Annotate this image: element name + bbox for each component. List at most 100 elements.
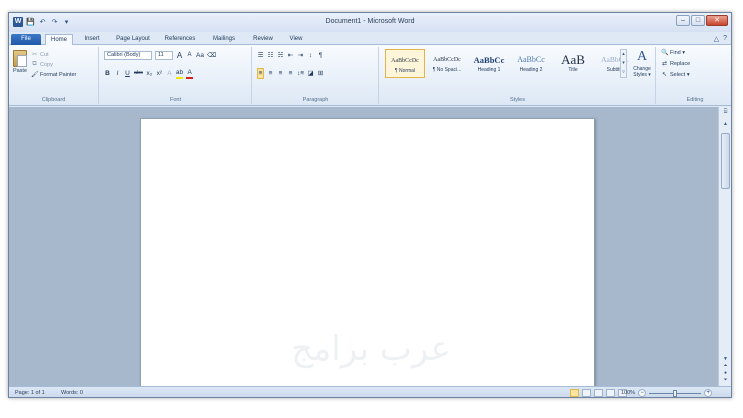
subscript-button[interactable]: x₂ — [146, 69, 153, 78]
increase-indent-button[interactable]: ⇥ — [297, 51, 304, 60]
close-button[interactable]: ✕ — [706, 15, 728, 26]
superscript-button[interactable]: x² — [156, 69, 163, 78]
style-title[interactable]: AaB Title — [553, 49, 593, 78]
word-count[interactable]: Words: 0 — [61, 389, 83, 397]
ribbon-tabs: File Home Insert Page Layout References … — [9, 32, 731, 45]
change-case-button[interactable]: Aa — [196, 51, 204, 60]
justify-button[interactable]: ≡ — [287, 69, 294, 78]
outline-view-button[interactable] — [606, 389, 615, 397]
format-painter-button[interactable]: 🖌 Format Painter — [31, 71, 76, 79]
status-bar: Page: 1 of 1 Words: 0 100% − + — [9, 386, 731, 397]
show-marks-button[interactable]: ¶ — [317, 51, 324, 60]
clear-formatting-button[interactable]: ⌫ — [207, 51, 216, 60]
underline-button[interactable]: U — [124, 69, 131, 78]
style-heading-1[interactable]: AaBbCc Heading 1 — [469, 49, 509, 78]
cursor-icon: ↖ — [661, 72, 668, 78]
styles-gallery-scroll[interactable]: ▴ ▾ ▿ — [620, 49, 627, 78]
decrease-indent-button[interactable]: ⇤ — [287, 51, 294, 60]
zoom-in-button[interactable]: + — [704, 389, 713, 397]
zoom-slider[interactable] — [649, 389, 702, 397]
style-normal[interactable]: AaBbCcDc ¶ Normal — [385, 49, 425, 78]
full-screen-view-button[interactable] — [582, 389, 591, 397]
vertical-scrollbar[interactable]: ⌸ ▲ ▼ ⏶ ● ⏷ — [718, 107, 731, 386]
strikethrough-button[interactable]: abc — [134, 69, 143, 78]
tab-references[interactable]: References — [159, 34, 201, 45]
minimize-ribbon-icon[interactable]: △ — [714, 35, 719, 43]
paste-button[interactable]: Paste — [12, 50, 28, 74]
zoom-slider-knob[interactable] — [673, 389, 678, 397]
editing-label: Editing — [686, 97, 704, 103]
line-spacing-button[interactable]: ↕≡ — [297, 69, 304, 78]
font-color-button[interactable]: A — [186, 68, 194, 79]
shrink-font-button[interactable]: A — [186, 51, 193, 60]
bold-button[interactable]: B — [104, 69, 111, 78]
clipboard-actions: ✂ Cut ⧉ Copy 🖌 Format Painter — [31, 51, 76, 79]
align-right-button[interactable]: ≡ — [277, 69, 284, 78]
previous-page-icon[interactable]: ⏶ — [721, 363, 730, 370]
change-styles-button[interactable]: A Change Styles ▾ — [629, 48, 655, 78]
zoom-out-button[interactable]: − — [638, 389, 647, 397]
tab-home[interactable]: Home — [45, 34, 73, 45]
ruler-toggle-icon[interactable]: ⌸ — [721, 109, 730, 118]
clipboard-group: Paste ✂ Cut ⧉ Copy 🖌 Format Painter Clipboa… — [9, 47, 99, 104]
copy-icon: ⧉ — [32, 61, 37, 67]
zoom-level[interactable]: 100% — [621, 390, 635, 396]
tab-insert[interactable]: Insert — [77, 34, 107, 45]
highlight-color-button[interactable]: ab — [175, 68, 184, 79]
tab-page-layout[interactable]: Page Layout — [111, 34, 155, 45]
scissors-icon: ✂ — [31, 52, 38, 58]
word-window: W 💾 ↶ ↷ ▾ Document1 - Microsoft Word – □… — [8, 12, 732, 398]
font-group: Calibri (Body) 11 A A Aa ⌫ B I U abc x₂ … — [100, 47, 252, 104]
web-layout-view-button[interactable] — [594, 389, 603, 397]
cut-button[interactable]: ✂ Cut — [31, 51, 76, 59]
document-area: عرب برامج — [9, 107, 718, 386]
align-left-button[interactable]: ≡ — [257, 68, 264, 79]
font-name-dropdown[interactable]: Calibri (Body) — [104, 51, 152, 60]
grow-font-button[interactable]: A — [176, 51, 183, 60]
maximize-button[interactable]: □ — [691, 15, 705, 26]
help-icon[interactable]: ? — [723, 35, 727, 43]
copy-button[interactable]: ⧉ Copy — [31, 61, 76, 68]
window-controls: – □ ✕ — [676, 15, 728, 26]
zoom-control: 100% − + — [621, 389, 713, 397]
editing-actions: 🔍 Find ▾ ⇄ Replace ↖ Select ▾ — [661, 49, 690, 79]
style-heading-2[interactable]: AaBbCc Heading 2 — [511, 49, 551, 78]
title-bar: W 💾 ↶ ↷ ▾ Document1 - Microsoft Word – □… — [9, 13, 731, 32]
tab-review[interactable]: Review — [247, 34, 279, 45]
document-page[interactable]: عرب برامج — [140, 118, 595, 386]
paragraph-label: Paragraph — [302, 97, 329, 103]
center-button[interactable]: ≡ — [267, 69, 274, 78]
watermark-text: عرب برامج — [291, 329, 451, 369]
numbering-button[interactable]: ☷ — [267, 51, 274, 60]
multilevel-list-button[interactable]: ☵ — [277, 51, 284, 60]
sort-button[interactable]: ↕ — [307, 51, 314, 60]
print-layout-view-button[interactable] — [570, 389, 579, 397]
select-browse-object-icon[interactable]: ● — [721, 370, 730, 377]
page-count[interactable]: Page: 1 of 1 — [15, 389, 45, 397]
scroll-down-arrow[interactable]: ▼ — [721, 355, 730, 363]
text-effects-button[interactable]: A — [166, 69, 173, 78]
shading-button[interactable]: ◪ — [307, 69, 314, 78]
clipboard-icon — [13, 50, 27, 67]
minimize-button[interactable]: – — [676, 15, 690, 26]
change-styles-icon: A — [636, 49, 648, 64]
tab-mailings[interactable]: Mailings — [205, 34, 243, 45]
next-page-icon[interactable]: ⏷ — [721, 377, 730, 384]
tab-file[interactable]: File — [11, 34, 41, 45]
clipboard-label: Clipboard — [41, 97, 66, 103]
tab-view[interactable]: View — [283, 34, 309, 45]
replace-button[interactable]: ⇄ Replace — [661, 60, 690, 68]
select-button[interactable]: ↖ Select ▾ — [661, 71, 690, 79]
find-button[interactable]: 🔍 Find ▾ — [661, 49, 690, 57]
tabbar-right: △ ? — [714, 35, 727, 43]
bullets-button[interactable]: ☰ — [257, 51, 264, 60]
scroll-up-arrow[interactable]: ▲ — [721, 120, 730, 128]
window-title: Document1 - Microsoft Word — [325, 18, 415, 25]
scroll-thumb[interactable] — [721, 133, 730, 189]
italic-button[interactable]: I — [114, 69, 121, 78]
styles-label: Styles — [510, 97, 525, 103]
paragraph-group: ☰ ☷ ☵ ⇤ ⇥ ↕ ¶ ≡ ≡ ≡ ≡ ↕≡ ◪ ⊞ Paragraph — [253, 47, 379, 104]
font-size-dropdown[interactable]: 11 — [155, 51, 173, 60]
borders-button[interactable]: ⊞ — [317, 69, 324, 78]
style-no-spacing[interactable]: AaBbCcDc ¶ No Spaci... — [427, 49, 467, 78]
